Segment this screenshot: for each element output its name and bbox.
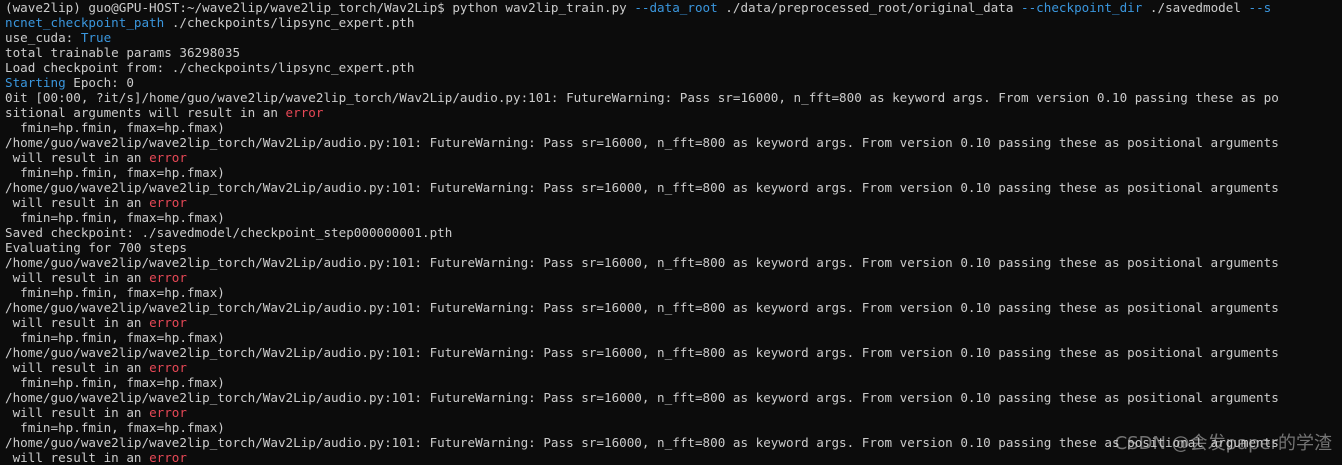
terminal-line: fmin=hp.fmin, fmax=hp.fmax): [5, 120, 1342, 135]
error-text: error: [149, 405, 187, 420]
terminal-line: fmin=hp.fmin, fmax=hp.fmax): [5, 165, 1342, 180]
highlighted-text: --data_root: [634, 0, 718, 15]
error-text: error: [149, 315, 187, 330]
terminal-line: will result in an error: [5, 150, 1342, 165]
terminal-line: 0it [00:00, ?it/s]/home/guo/wave2lip/wav…: [5, 90, 1342, 105]
terminal-line: ncnet_checkpoint_path ./checkpoints/lips…: [5, 15, 1342, 30]
line-text: /home/guo/wave2lip/wave2lip_torch/Wav2Li…: [5, 135, 1279, 150]
terminal-line: will result in an error: [5, 360, 1342, 375]
line-text: ./savedmodel: [1142, 0, 1249, 15]
line-text: /home/guo/wave2lip/wave2lip_torch/Wav2Li…: [5, 435, 1279, 450]
highlighted-text: ncnet_checkpoint_path: [5, 15, 165, 30]
error-text: error: [149, 360, 187, 375]
line-text: /home/guo/wave2lip/wave2lip_torch/Wav2Li…: [5, 300, 1279, 315]
error-text: error: [285, 105, 324, 120]
highlighted-text: --s: [1248, 0, 1272, 15]
line-text: Evaluating for 700 steps: [5, 240, 187, 255]
line-text: (wave2lip) guo@GPU-HOST:~/wave2lip/wave2…: [5, 0, 635, 15]
line-text: fmin=hp.fmin, fmax=hp.fmax): [5, 375, 225, 390]
watermark: CSDN @会发paper的学渣: [1114, 433, 1332, 454]
line-text: fmin=hp.fmin, fmax=hp.fmax): [5, 285, 225, 300]
line-text: will result in an: [5, 405, 150, 420]
error-text: error: [149, 150, 187, 165]
terminal-line: will result in an error: [5, 315, 1342, 330]
line-text: will result in an: [5, 360, 150, 375]
terminal-line: total trainable params 36298035: [5, 45, 1342, 60]
terminal-line: /home/guo/wave2lip/wave2lip_torch/Wav2Li…: [5, 180, 1342, 195]
terminal-line: Load checkpoint from: ./checkpoints/lips…: [5, 60, 1342, 75]
error-text: error: [149, 270, 187, 285]
terminal-line: Saved checkpoint: ./savedmodel/checkpoin…: [5, 225, 1342, 240]
line-text: /home/guo/wave2lip/wave2lip_torch/Wav2Li…: [5, 255, 1279, 270]
line-text: will result in an: [5, 270, 150, 285]
line-text: ./checkpoints/lipsync_expert.pth: [164, 15, 415, 30]
terminal-line: will result in an error: [5, 195, 1342, 210]
line-text: will result in an: [5, 150, 150, 165]
terminal-line: fmin=hp.fmin, fmax=hp.fmax): [5, 285, 1342, 300]
terminal-line: fmin=hp.fmin, fmax=hp.fmax): [5, 375, 1342, 390]
terminal-line: sitional arguments will result in an err…: [5, 105, 1342, 120]
terminal-line: /home/guo/wave2lip/wave2lip_torch/Wav2Li…: [5, 300, 1342, 315]
line-text: Saved checkpoint: ./savedmodel/checkpoin…: [5, 225, 453, 240]
terminal-line: will result in an error: [5, 270, 1342, 285]
line-text: /home/guo/wave2lip/wave2lip_torch/Wav2Li…: [5, 390, 1279, 405]
highlighted-text: --checkpoint_dir: [1021, 0, 1143, 15]
line-text: will result in an: [5, 315, 150, 330]
terminal-line: (wave2lip) guo@GPU-HOST:~/wave2lip/wave2…: [5, 0, 1342, 15]
error-text: error: [149, 195, 187, 210]
terminal-line: /home/guo/wave2lip/wave2lip_torch/Wav2Li…: [5, 255, 1342, 270]
error-text: error: [149, 450, 187, 465]
line-text: fmin=hp.fmin, fmax=hp.fmax): [5, 330, 225, 345]
line-text: fmin=hp.fmin, fmax=hp.fmax): [5, 120, 225, 135]
line-text: /home/guo/wave2lip/wave2lip_torch/Wav2Li…: [5, 180, 1279, 195]
terminal-line: use_cuda: True: [5, 30, 1342, 45]
line-text: Load checkpoint from: ./checkpoints/lips…: [5, 60, 415, 75]
terminal-line: fmin=hp.fmin, fmax=hp.fmax): [5, 330, 1342, 345]
terminal-window[interactable]: (wave2lip) guo@GPU-HOST:~/wave2lip/wave2…: [0, 0, 1342, 465]
line-text: fmin=hp.fmin, fmax=hp.fmax): [5, 420, 225, 435]
line-text: /home/guo/wave2lip/wave2lip_torch/Wav2Li…: [5, 345, 1279, 360]
line-text: 0it [00:00, ?it/s]/home/guo/wave2lip/wav…: [5, 90, 1279, 105]
terminal-line: fmin=hp.fmin, fmax=hp.fmax): [5, 210, 1342, 225]
line-text: ./data/preprocessed_root/original_data: [717, 0, 1022, 15]
terminal-line: /home/guo/wave2lip/wave2lip_torch/Wav2Li…: [5, 390, 1342, 405]
line-text: Epoch: 0: [65, 75, 134, 90]
terminal-line: Starting Epoch: 0: [5, 75, 1342, 90]
line-text: use_cuda:: [5, 30, 81, 45]
terminal-line: /home/guo/wave2lip/wave2lip_torch/Wav2Li…: [5, 135, 1342, 150]
terminal-line: /home/guo/wave2lip/wave2lip_torch/Wav2Li…: [5, 345, 1342, 360]
line-text: fmin=hp.fmin, fmax=hp.fmax): [5, 165, 225, 180]
line-text: will result in an: [5, 450, 150, 465]
line-text: fmin=hp.fmin, fmax=hp.fmax): [5, 210, 225, 225]
line-text: sitional arguments will result in an: [5, 105, 286, 120]
highlighted-text: Starting: [5, 75, 66, 90]
line-text: total trainable params 36298035: [5, 45, 241, 60]
terminal-output: (wave2lip) guo@GPU-HOST:~/wave2lip/wave2…: [5, 0, 1342, 465]
line-text: will result in an: [5, 195, 150, 210]
terminal-line: will result in an error: [5, 405, 1342, 420]
terminal-line: Evaluating for 700 steps: [5, 240, 1342, 255]
highlighted-text: True: [80, 30, 112, 45]
